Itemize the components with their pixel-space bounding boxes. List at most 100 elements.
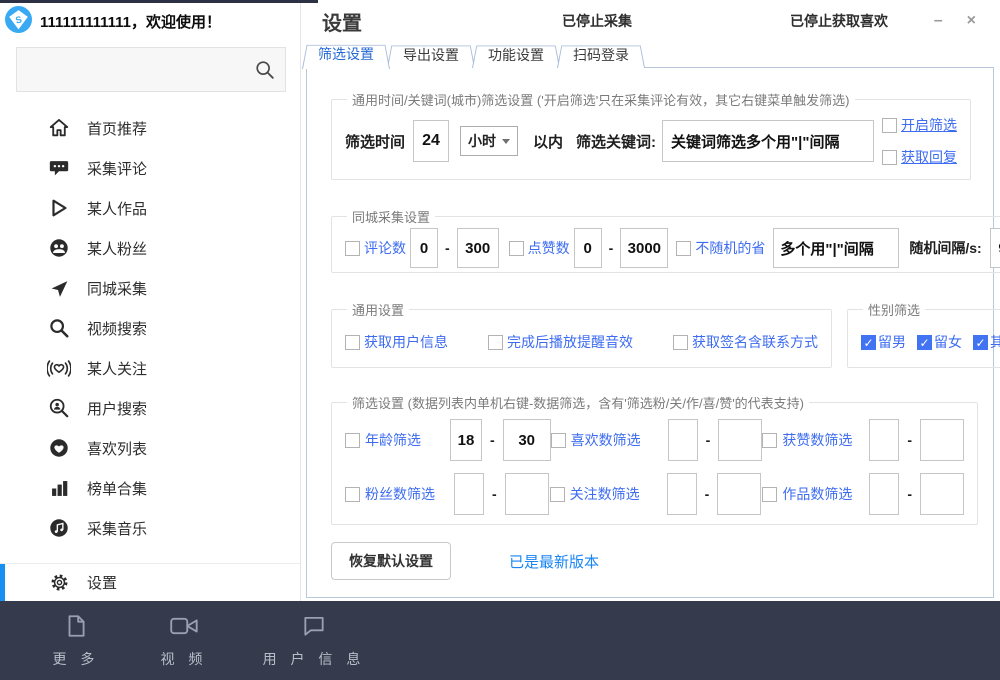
praise-filter-max-input[interactable] bbox=[920, 419, 964, 461]
like-filter-max-input[interactable] bbox=[718, 419, 762, 461]
fixed-province-label[interactable]: 不随机的省 bbox=[695, 238, 765, 258]
close-button[interactable]: × bbox=[967, 13, 976, 29]
fieldset-legend: 性别筛选 bbox=[863, 300, 925, 319]
tab-export-settings[interactable]: 导出设置 bbox=[395, 43, 467, 68]
like-count-checkbox[interactable] bbox=[509, 241, 524, 256]
works-filter-max-input[interactable] bbox=[920, 473, 964, 515]
tab-filter-settings[interactable]: 筛选设置 bbox=[310, 42, 382, 69]
like-count-label[interactable]: 点赞数 bbox=[528, 238, 570, 258]
like-filter-checkbox[interactable] bbox=[551, 433, 566, 448]
play-icon bbox=[47, 197, 71, 219]
keep-male-label[interactable]: 留男 bbox=[878, 332, 906, 352]
like-filter-label[interactable]: 喜欢数筛选 bbox=[571, 430, 641, 450]
sidebar-item-works[interactable]: 某人作品 bbox=[0, 188, 300, 228]
location-arrow-icon bbox=[47, 278, 71, 299]
works-filter-group: 作品数筛选 - bbox=[762, 473, 964, 515]
sidebar-item-like-list[interactable]: 喜欢列表 bbox=[0, 428, 300, 468]
praise-filter-min-input[interactable] bbox=[869, 419, 899, 461]
play-sound-checkbox[interactable] bbox=[488, 335, 503, 350]
app-logo-icon: S bbox=[5, 6, 32, 36]
sidebar-item-rankings[interactable]: 榜单合集 bbox=[0, 468, 300, 508]
sidebar-item-label: 视频搜索 bbox=[87, 318, 147, 339]
age-min-input[interactable] bbox=[450, 419, 482, 461]
play-sound-label[interactable]: 完成后播放提醒音效 bbox=[507, 332, 633, 352]
sidebar-item-label: 首页推荐 bbox=[87, 118, 147, 139]
get-user-info-label[interactable]: 获取用户信息 bbox=[364, 332, 448, 352]
praise-filter-label[interactable]: 获赞数筛选 bbox=[782, 430, 852, 450]
tab-function-settings[interactable]: 功能设置 bbox=[480, 43, 552, 68]
search-icon[interactable] bbox=[245, 59, 285, 81]
fans-filter-min-input[interactable] bbox=[454, 473, 484, 515]
like-filter-group: 喜欢数筛选 - bbox=[551, 419, 763, 461]
gender-filter-fieldset: 性别筛选 留男 留女 其它 bbox=[847, 300, 1000, 368]
follow-filter-group: 关注数筛选 - bbox=[550, 473, 762, 515]
follow-filter-max-input[interactable] bbox=[717, 473, 761, 515]
keep-female-label[interactable]: 留女 bbox=[934, 332, 962, 352]
general-settings-fieldset: 通用设置 获取用户信息 完成后播放提醒音效 获取签名含联系方式 bbox=[331, 300, 832, 368]
age-max-input[interactable] bbox=[503, 419, 551, 461]
sidebar-item-video-search[interactable]: 视频搜索 bbox=[0, 308, 300, 348]
follow-filter-label[interactable]: 关注数筛选 bbox=[570, 484, 640, 504]
like-min-input[interactable] bbox=[574, 228, 602, 268]
random-interval-input[interactable] bbox=[990, 228, 1000, 268]
works-filter-min-input[interactable] bbox=[869, 473, 899, 515]
comment-max-input[interactable] bbox=[457, 228, 499, 268]
like-filter-min-input[interactable] bbox=[668, 419, 698, 461]
province-input[interactable] bbox=[773, 228, 899, 268]
sidebar-item-music[interactable]: 采集音乐 bbox=[0, 508, 300, 548]
time-value-input[interactable] bbox=[413, 120, 449, 162]
follow-filter-checkbox[interactable] bbox=[550, 487, 565, 502]
sidebar-item-home[interactable]: 首页推荐 bbox=[0, 108, 300, 148]
heart-circle-icon bbox=[47, 437, 71, 459]
get-user-info-checkbox[interactable] bbox=[345, 335, 360, 350]
keep-other-label[interactable]: 其它 bbox=[990, 332, 1000, 352]
fieldset-legend: 筛选设置 (数据列表内单机右键-数据筛选，含有'筛选粉/关/作/喜/赞'的代表支… bbox=[347, 393, 809, 412]
keep-male-checkbox[interactable] bbox=[861, 335, 876, 350]
praise-filter-checkbox[interactable] bbox=[762, 433, 777, 448]
tab-qr-login[interactable]: 扫码登录 bbox=[565, 43, 637, 68]
range-dash: - bbox=[490, 432, 495, 448]
range-dash: - bbox=[705, 486, 710, 502]
keyword-input[interactable] bbox=[662, 120, 874, 162]
signature-contact-row: 获取签名含联系方式 bbox=[673, 332, 818, 352]
get-reply-label[interactable]: 获取回复 bbox=[901, 147, 957, 167]
signature-contact-label[interactable]: 获取签名含联系方式 bbox=[692, 332, 818, 352]
sidebar-item-follows[interactable]: 某人关注 bbox=[0, 348, 300, 388]
toolbar-item-more[interactable]: 更 多 bbox=[28, 613, 124, 669]
comment-min-input[interactable] bbox=[410, 228, 438, 268]
chevron-down-icon bbox=[502, 139, 510, 144]
sidebar-item-city-collect[interactable]: 同城采集 bbox=[0, 268, 300, 308]
minimize-button[interactable]: – bbox=[934, 13, 943, 29]
fans-filter-label[interactable]: 粉丝数筛选 bbox=[365, 484, 435, 504]
restore-defaults-button[interactable]: 恢复默认设置 bbox=[331, 542, 451, 580]
enable-filter-label[interactable]: 开启筛选 bbox=[901, 115, 957, 135]
toolbar-item-user-info[interactable]: 用 户 信 息 bbox=[244, 613, 384, 669]
sidebar-item-user-search[interactable]: 用户搜索 bbox=[0, 388, 300, 428]
sidebar-item-comments[interactable]: 采集评论 bbox=[0, 148, 300, 188]
works-filter-checkbox[interactable] bbox=[762, 487, 777, 502]
age-filter-checkbox[interactable] bbox=[345, 433, 360, 448]
sidebar-item-label: 采集评论 bbox=[87, 158, 147, 179]
age-filter-label[interactable]: 年龄筛选 bbox=[365, 430, 421, 450]
keep-female-checkbox[interactable] bbox=[917, 335, 932, 350]
keep-other-checkbox[interactable] bbox=[973, 335, 988, 350]
fixed-province-checkbox[interactable] bbox=[676, 241, 691, 256]
enable-filter-checkbox[interactable] bbox=[882, 118, 897, 133]
fans-filter-checkbox[interactable] bbox=[345, 487, 360, 502]
sidebar-item-settings[interactable]: 设置 bbox=[0, 563, 300, 601]
like-max-input[interactable] bbox=[620, 228, 668, 268]
fans-filter-max-input[interactable] bbox=[505, 473, 549, 515]
sidebar-search-input[interactable] bbox=[17, 48, 245, 91]
sidebar-item-fans[interactable]: 某人粉丝 bbox=[0, 228, 300, 268]
signature-contact-checkbox[interactable] bbox=[673, 335, 688, 350]
fans-icon bbox=[47, 237, 71, 259]
comment-count-checkbox[interactable] bbox=[345, 241, 360, 256]
latest-version-link[interactable]: 已是最新版本 bbox=[509, 551, 599, 572]
time-unit-select[interactable]: 小时 bbox=[460, 126, 518, 156]
get-reply-checkbox[interactable] bbox=[882, 150, 897, 165]
comment-count-label[interactable]: 评论数 bbox=[364, 238, 406, 258]
follow-filter-min-input[interactable] bbox=[667, 473, 697, 515]
toolbar-item-video[interactable]: 视 频 bbox=[136, 613, 232, 669]
active-indicator bbox=[0, 564, 5, 601]
works-filter-label[interactable]: 作品数筛选 bbox=[782, 484, 852, 504]
